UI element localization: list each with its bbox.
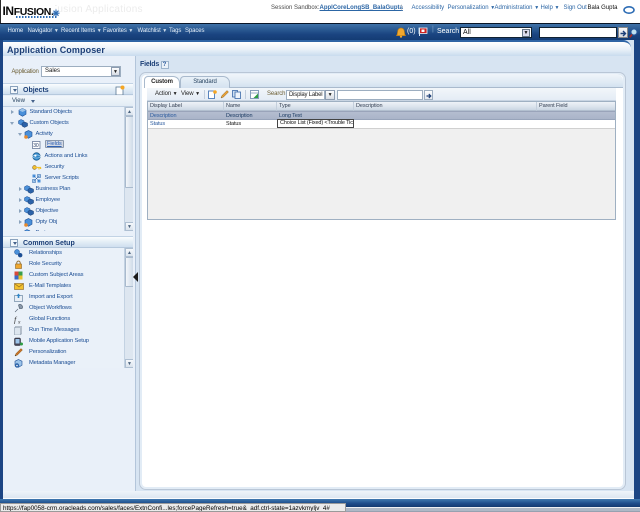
svg-text:30: 30 (33, 143, 39, 149)
svg-text:x: x (17, 319, 21, 324)
